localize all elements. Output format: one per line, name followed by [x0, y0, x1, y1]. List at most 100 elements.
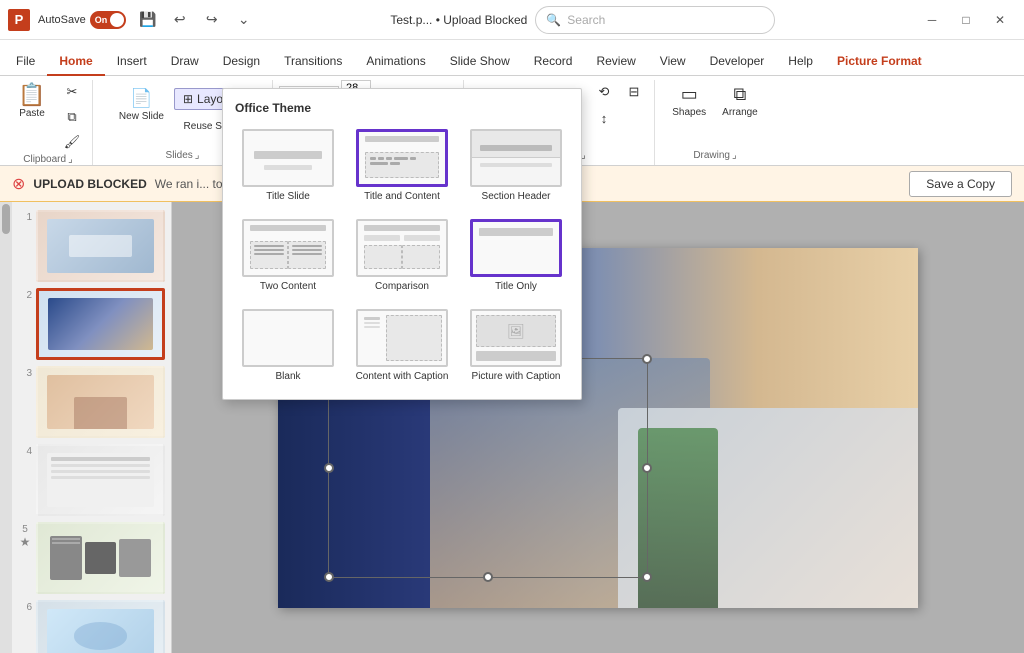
tab-developer[interactable]: Developer [698, 48, 777, 76]
save-copy-button[interactable]: Save a Copy [909, 171, 1012, 197]
slide-img-3[interactable] [36, 366, 165, 438]
new-slide-button[interactable]: 📄 New Slide [113, 84, 170, 126]
tab-file[interactable]: File [4, 48, 47, 76]
search-box[interactable]: 🔍 Search [535, 6, 775, 34]
layout-dropdown: Office Theme Title Slide Title and Conte… [222, 88, 582, 400]
minimize-button[interactable]: ─ [916, 4, 948, 36]
cut-button[interactable]: ✂ [58, 80, 86, 104]
slide-num-5: 5★ [18, 524, 32, 549]
tab-design[interactable]: Design [211, 48, 272, 76]
slide-thumb-6[interactable]: 6 [18, 600, 165, 653]
arrange-icon: ⧉ [734, 84, 747, 105]
layout-item-two-content[interactable]: Two Content [235, 215, 341, 297]
arrange-button[interactable]: ⧉ Arrange [716, 80, 764, 122]
layout-grid: Title Slide Title and Content Se [235, 125, 569, 387]
handle-ml[interactable] [324, 463, 334, 473]
columns-button[interactable]: ⊟ [620, 80, 648, 104]
tab-review[interactable]: Review [584, 48, 647, 76]
slide-img-1[interactable] [36, 210, 165, 282]
layout-item-comparison[interactable]: Comparison [349, 215, 455, 297]
title-bar-tools: 💾 ↩ ↪ ⌄ [134, 6, 258, 34]
ribbon-group-clipboard: 📋 Paste ✂ ⧉ 🖌 Clipboard ⌟ [4, 80, 93, 165]
layout-item-title-content[interactable]: Title and Content [349, 125, 455, 207]
tab-slideshow[interactable]: Slide Show [438, 48, 522, 76]
format-painter-button[interactable]: 🖌 [58, 130, 86, 154]
maximize-button[interactable]: □ [950, 4, 982, 36]
tab-animations[interactable]: Animations [354, 48, 437, 76]
redo-icon[interactable]: ↪ [198, 6, 226, 34]
autosave-toggle[interactable]: On [90, 11, 126, 29]
lp-title-bar [365, 136, 439, 142]
lp-comp-right [402, 245, 440, 269]
lp-two-left [250, 241, 288, 269]
layout-item-picture-caption[interactable]: 🖼 Picture with Caption [463, 305, 569, 387]
tab-picture-format[interactable]: Picture Format [825, 48, 934, 76]
autosave-label: AutoSave [38, 14, 86, 26]
tab-draw[interactable]: Draw [159, 48, 211, 76]
drawing-expand-icon[interactable]: ⌟ [732, 150, 737, 161]
slide-panel: 1 2 3 4 [12, 202, 172, 653]
slide-img-2[interactable] [36, 288, 165, 360]
window-controls: ─ □ ✕ [916, 4, 1016, 36]
clipboard-label: Clipboard ⌟ [10, 154, 86, 165]
slide-num-4: 4 [18, 446, 32, 457]
paste-button[interactable]: 📋 Paste [10, 80, 54, 123]
left-scroll[interactable] [0, 202, 12, 653]
title-bar: P AutoSave On 💾 ↩ ↪ ⌄ Test.p... • Upload… [0, 0, 1024, 40]
customize-icon[interactable]: ⌄ [230, 6, 258, 34]
layout-preview-two-content [242, 219, 334, 277]
slide-img-6[interactable] [36, 600, 165, 653]
layout-label-section-header: Section Header [482, 191, 551, 203]
slide-thumb-3[interactable]: 3 [18, 366, 165, 438]
copy-button[interactable]: ⧉ [58, 105, 86, 129]
toggle-state-label: On [95, 15, 108, 25]
save-icon[interactable]: 💾 [134, 6, 162, 34]
lp-content-dots [365, 152, 439, 178]
layout-dropdown-title: Office Theme [235, 101, 569, 115]
handle-mr[interactable] [642, 463, 652, 473]
layout-item-content-caption[interactable]: Content with Caption [349, 305, 455, 387]
lp-comp-left [364, 245, 402, 269]
close-button[interactable]: ✕ [984, 4, 1016, 36]
tab-transitions[interactable]: Transitions [272, 48, 354, 76]
file-title: Test.p... • Upload Blocked [390, 13, 527, 27]
undo-icon[interactable]: ↩ [166, 6, 194, 34]
autosave-section: AutoSave On [38, 11, 126, 29]
layout-preview-title-only [470, 219, 562, 277]
layout-item-title-slide[interactable]: Title Slide [235, 125, 341, 207]
shapes-button[interactable]: ▭ Shapes [666, 80, 712, 122]
layout-item-section-header[interactable]: Section Header [463, 125, 569, 207]
slide-thumb-1[interactable]: 1 [18, 210, 165, 282]
layout-label-blank: Blank [275, 371, 300, 383]
handle-br[interactable] [642, 572, 652, 582]
handle-tr[interactable] [642, 354, 652, 364]
tab-insert[interactable]: Insert [105, 48, 159, 76]
tab-view[interactable]: View [648, 48, 698, 76]
layout-item-title-only[interactable]: Title Only [463, 215, 569, 297]
search-icon: 🔍 [546, 13, 561, 27]
slide-thumb-4[interactable]: 4 [18, 444, 165, 516]
slide-num-3: 3 [18, 368, 32, 379]
handle-bm[interactable] [483, 572, 493, 582]
notification-bold-text: UPLOAD BLOCKED [33, 177, 146, 191]
layout-preview-comparison [356, 219, 448, 277]
slides-expand-icon[interactable]: ⌟ [195, 150, 200, 161]
handle-bl[interactable] [324, 572, 334, 582]
slide-thumb-5[interactable]: 5★ [18, 522, 165, 594]
layout-preview-content-caption [356, 309, 448, 367]
line-spacing-button[interactable]: ↕ [590, 106, 618, 130]
lp-two-title [250, 225, 326, 231]
text-direction-button[interactable]: ⟲ [590, 80, 618, 104]
ribbon-tabs: File Home Insert Draw Design Transitions… [0, 40, 1024, 76]
slide-img-4[interactable] [36, 444, 165, 516]
layout-preview-section-header [470, 129, 562, 187]
clipboard-expand-icon[interactable]: ⌟ [68, 154, 73, 165]
ribbon-group-drawing: ▭ Shapes ⧉ Arrange Drawing ⌟ [655, 80, 775, 165]
tab-record[interactable]: Record [522, 48, 585, 76]
slide-img-5[interactable] [36, 522, 165, 594]
tab-help[interactable]: Help [776, 48, 825, 76]
tab-home[interactable]: Home [47, 48, 104, 76]
new-slide-icon: 📄 [130, 88, 152, 109]
layout-item-blank[interactable]: Blank [235, 305, 341, 387]
slide-thumb-2[interactable]: 2 [18, 288, 165, 360]
